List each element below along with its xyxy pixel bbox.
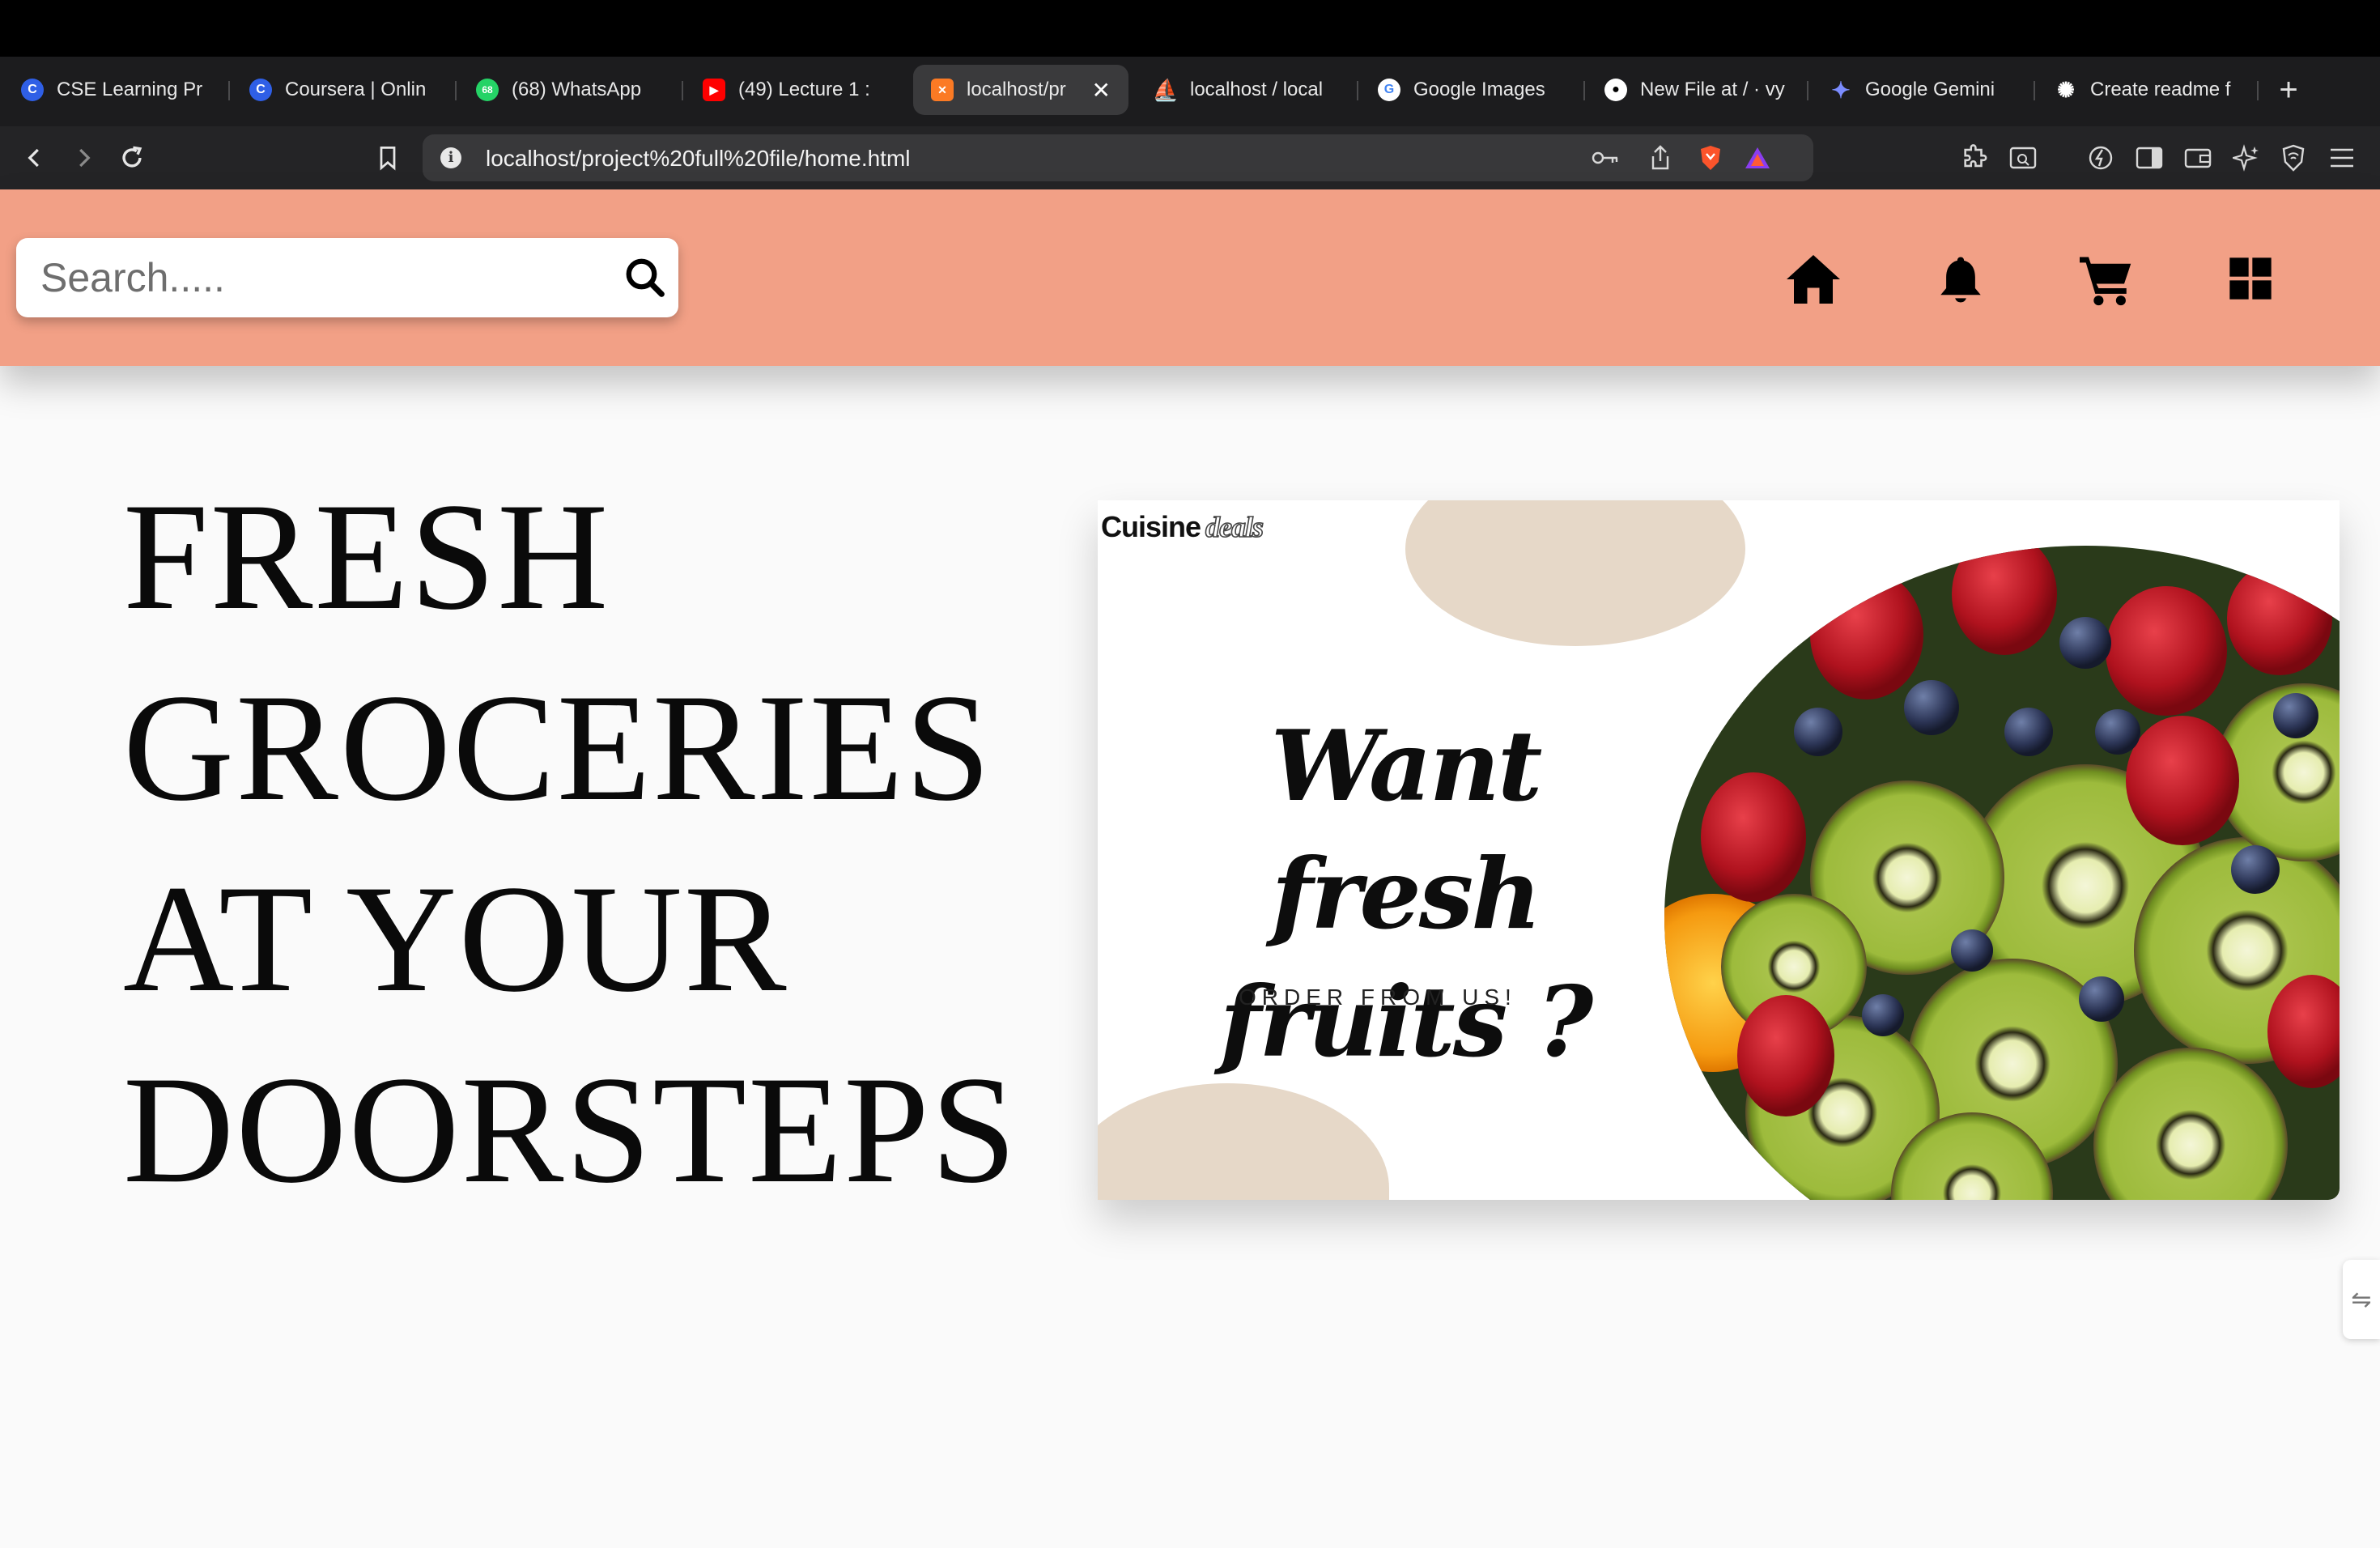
tab-separator	[1357, 81, 1358, 100]
tab-github[interactable]: ● New File at / · vy	[1604, 65, 1791, 115]
hero-title: FRESH GROCERIES AT YOUR DOORSTEPS	[123, 461, 1078, 1226]
reader-mode-icon[interactable]	[2009, 144, 2037, 172]
browser-toolbar: i localhost/project%20full%20file/home.h…	[0, 126, 2380, 189]
share-icon[interactable]	[1647, 144, 1674, 172]
decorative-blob	[1098, 1083, 1389, 1200]
search-box	[16, 238, 678, 317]
banner-headline-line: fruits ?	[1219, 965, 1594, 1079]
tab-google-images[interactable]: G Google Images	[1378, 65, 1580, 115]
reload-icon[interactable]	[113, 139, 151, 176]
cart-icon[interactable]	[2077, 253, 2136, 306]
brave-shield-icon[interactable]	[1697, 144, 1724, 172]
tab-phpmyadmin[interactable]: ⛵ localhost / local	[1154, 65, 1349, 115]
tab-localhost-active[interactable]: ✕ localhost/pr ✕	[913, 65, 1128, 115]
tab-label: Coursera | Onlin	[285, 79, 427, 100]
close-tab-icon[interactable]: ✕	[1092, 77, 1111, 104]
banner-headline-line: Want fresh	[1270, 709, 1543, 951]
phpmyadmin-icon: ⛵	[1154, 77, 1179, 102]
tab-separator	[1807, 81, 1808, 100]
home-icon[interactable]	[1784, 253, 1842, 306]
extensions-icon[interactable]	[1961, 144, 1988, 172]
url-text: localhost/project%20full%20file/home.htm…	[486, 146, 911, 171]
site-header	[0, 189, 2380, 366]
search-input[interactable]	[39, 253, 593, 303]
brave-rewards-icon[interactable]	[1744, 144, 1771, 172]
address-bar[interactable]: i localhost/project%20full%20file/home.h…	[423, 134, 1813, 181]
hero-title-line: DOORSTEPS	[123, 1045, 1018, 1215]
new-tab-icon[interactable]: +	[2270, 71, 2307, 108]
side-panel-tab[interactable]: ⇋	[2343, 1260, 2380, 1339]
hero-title-line: AT YOUR	[123, 854, 788, 1024]
google-icon: G	[1378, 79, 1400, 101]
tab-cse-learning[interactable]: C CSE Learning Pr	[21, 65, 223, 115]
whatsapp-icon: 68	[476, 79, 499, 101]
speedreader-icon[interactable]	[2087, 144, 2114, 172]
tab-gemini[interactable]: ✦ Google Gemini	[1830, 65, 2024, 115]
banner-subtext: ORDER FROM US!	[1239, 985, 1517, 1010]
c-icon: C	[21, 79, 44, 101]
tab-separator	[455, 81, 457, 100]
grid-icon[interactable]	[2228, 256, 2273, 301]
tab-strip: C CSE Learning Pr C Coursera | Onlin 68 …	[0, 57, 2380, 126]
tab-label: localhost / local	[1190, 79, 1324, 100]
os-menu-bar	[0, 0, 2380, 57]
bookmark-icon[interactable]	[369, 139, 406, 176]
hero-title-line: FRESH	[123, 472, 610, 642]
tab-label: (68) WhatsApp	[512, 79, 642, 100]
tab-label: Create readme f	[2090, 79, 2231, 100]
tab-label: Google Gemini	[1865, 79, 1995, 100]
logo-accent-text: deals	[1205, 510, 1264, 544]
xampp-icon: ✕	[931, 79, 954, 101]
leo-ai-icon[interactable]	[2233, 144, 2260, 172]
tab-separator	[228, 81, 230, 100]
youtube-icon: ▶	[703, 79, 725, 101]
site-info-icon[interactable]: i	[440, 147, 461, 168]
tab-label: Google Images	[1413, 79, 1545, 100]
key-icon[interactable]	[1592, 144, 1619, 172]
forward-icon[interactable]	[65, 139, 102, 176]
tab-chatgpt[interactable]: ✺ Create readme f	[2055, 65, 2249, 115]
c-icon: C	[249, 79, 272, 101]
sidebar-icon[interactable]	[2136, 144, 2163, 172]
menu-icon[interactable]	[2328, 144, 2356, 172]
tab-whatsapp[interactable]: 68 (68) WhatsApp	[476, 65, 678, 115]
search-icon[interactable]	[623, 256, 667, 300]
fruit-image	[1664, 546, 2340, 1200]
tab-label: New File at / · vy	[1640, 79, 1785, 100]
tab-label: (49) Lecture 1 :	[738, 79, 870, 100]
tab-label: CSE Learning Pr	[57, 79, 203, 100]
tab-label: localhost/pr	[967, 79, 1066, 100]
tab-separator	[1583, 81, 1585, 100]
gemini-icon: ✦	[1831, 77, 1851, 103]
back-icon[interactable]	[16, 139, 53, 176]
openai-icon: ✺	[2057, 77, 2075, 102]
banner-logo: Cuisine deals	[1101, 510, 1264, 544]
tab-youtube[interactable]: ▶ (49) Lecture 1 :	[703, 65, 889, 115]
logo-main-text: Cuisine	[1101, 510, 1201, 543]
wallet-icon[interactable]	[2184, 144, 2212, 172]
bell-icon[interactable]	[1932, 253, 1990, 306]
github-icon: ●	[1604, 79, 1627, 101]
banner-headline: Want fresh fruits ?	[1146, 703, 1664, 1087]
tab-coursera[interactable]: C Coursera | Onlin	[249, 65, 444, 115]
hero-title-line: GROCERIES	[123, 663, 992, 833]
tab-separator	[2257, 81, 2259, 100]
tab-separator	[2034, 81, 2035, 100]
tab-separator	[682, 81, 683, 100]
promo-banner[interactable]: Cuisine deals Want fresh fruits ? ORDER F…	[1098, 500, 2340, 1200]
vpn-shield-icon[interactable]	[2280, 144, 2307, 172]
